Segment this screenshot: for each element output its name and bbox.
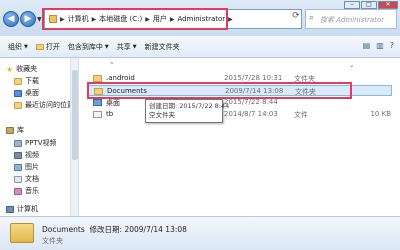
sidebar-item-downloads[interactable]: 下载 (14, 76, 39, 86)
file-size: 10 KB (370, 110, 391, 118)
sidebar-item-documents[interactable]: 文档 (14, 174, 39, 184)
file-tooltip: 创建日期: 2015/7/22 8:44 空文件夹 (145, 99, 230, 123)
share-menu[interactable]: 共享 ▼ (117, 42, 137, 52)
navigation-pane: ★ 收藏夹 下载 桌面 最近访问的位置 库 PPTV视频 视频 图片 文档 音乐… (0, 58, 78, 216)
chevron-right-icon[interactable]: ▶ (228, 16, 233, 23)
help-icon[interactable]: ? (390, 41, 394, 50)
include-in-library-menu[interactable]: 包含到库中 ▼ (68, 42, 109, 52)
details-date: 修改日期: 2009/7/14 13:08 (89, 225, 187, 234)
maximize-button[interactable]: □ (361, 1, 377, 9)
libraries-icon (6, 126, 14, 134)
refresh-icon[interactable]: ⟳ (290, 11, 302, 25)
search-icon: ⌕ (309, 13, 315, 23)
scrollbar-thumb[interactable] (72, 70, 78, 160)
back-button[interactable]: ◀ (3, 11, 19, 27)
tooltip-created-date: 创建日期: 2015/7/22 8:44 (149, 102, 230, 110)
open-button[interactable]: 打开 (35, 42, 60, 52)
preview-pane-icon[interactable]: ▥ (376, 41, 384, 50)
caret-down-icon: ▼ (24, 43, 28, 50)
column-header-sort[interactable]: ⌄ (349, 61, 354, 69)
pptv-icon (14, 139, 22, 147)
sidebar-item-desktop[interactable]: 桌面 (14, 88, 39, 98)
desktop-icon (14, 89, 22, 97)
search-placeholder: 搜索 Administrator (320, 16, 385, 24)
address-row: ◀ ▶ ▼ ▶ 计算机 ▶ 本地磁盘 (C:) ▶ 用户 ▶ Administr… (0, 0, 400, 36)
folder-icon (93, 75, 102, 82)
folder-open-icon (35, 43, 44, 50)
sidebar-item-computer[interactable]: 计算机 (6, 204, 38, 214)
view-options-icon[interactable]: ▤ (363, 41, 371, 50)
sidebar-item-label: 文档 (25, 175, 39, 183)
sidebar-item-label: 计算机 (17, 205, 38, 213)
file-name: tb (106, 110, 114, 118)
new-folder-button[interactable]: 新建文件夹 (145, 42, 180, 52)
pictures-icon (14, 163, 22, 171)
documents-icon (14, 175, 22, 183)
column-header-name[interactable]: ⌃ (109, 61, 114, 69)
close-button[interactable]: ✕ (378, 1, 398, 9)
music-icon (14, 187, 22, 195)
file-date: 2014/8/7 14:03 (224, 110, 278, 118)
table-row[interactable]: tb 2014/8/7 14:03 文件 10 KB (87, 109, 392, 120)
share-label: 共享 (116, 42, 131, 51)
file-date: 2015/7/28 10:31 (224, 74, 283, 82)
minimize-button[interactable]: – (344, 1, 360, 9)
search-input[interactable]: ⌕ 搜索 Administrator (305, 9, 397, 29)
sidebar-item-recent-places[interactable]: 最近访问的位置 (14, 100, 74, 110)
forward-button[interactable]: ▶ (20, 11, 36, 27)
tooltip-status: 空文件夹 (149, 111, 175, 119)
sidebar-item-pictures[interactable]: 图片 (14, 162, 39, 172)
address-highlight-box (42, 8, 228, 30)
details-name-text: Documents (42, 225, 85, 234)
file-name: 桌面 (106, 99, 120, 107)
sidebar-item-label: 桌面 (25, 89, 39, 97)
sidebar-item-label: 图片 (25, 163, 39, 171)
sidebar-item-libraries[interactable]: 库 (6, 125, 24, 135)
recent-places-icon (14, 101, 22, 109)
window-controls: – □ ✕ (344, 1, 398, 9)
file-type: 文件 (294, 111, 308, 119)
sidebar-item-label: 音乐 (25, 187, 39, 195)
folder-large-icon (10, 223, 34, 243)
view-controls: ▤ ▥ ? (363, 41, 394, 50)
organize-label: 组织 (8, 42, 22, 51)
sidebar-item-label: 视频 (25, 151, 39, 159)
sidebar-item-favorites[interactable]: ★ 收藏夹 (6, 64, 37, 74)
open-label: 打开 (45, 42, 60, 51)
new-folder-label: 新建文件夹 (144, 42, 180, 51)
details-type: 文件夹 (42, 237, 63, 245)
sidebar-item-label: 库 (17, 126, 24, 134)
sidebar-item-label: 收藏夹 (16, 65, 38, 73)
recent-pages-dropdown[interactable]: ▼ (37, 16, 42, 23)
sidebar-scrollbar[interactable] (70, 58, 78, 216)
sidebar-item-label: 最近访问的位置 (25, 101, 74, 109)
star-icon: ★ (6, 64, 14, 74)
video-icon (14, 151, 22, 159)
details-pane: Documents 修改日期: 2009/7/14 13:08 文件夹 (0, 216, 400, 250)
file-icon (93, 111, 102, 118)
include-label: 包含到库中 (67, 42, 103, 51)
sidebar-item-label: 下载 (25, 77, 39, 85)
file-date: 2015/7/22 8:44 (224, 98, 278, 106)
row-highlight-box (87, 82, 352, 99)
desktop-folder-icon (93, 99, 102, 106)
download-folder-icon (14, 77, 22, 85)
sidebar-item-pptv[interactable]: PPTV视频 (14, 138, 57, 148)
computer-icon (6, 205, 14, 213)
command-bar: 组织 ▼ 打开 包含到库中 ▼ 共享 ▼ 新建文件夹 ▤ ▥ ? (0, 36, 400, 58)
caret-down-icon: ▼ (132, 43, 137, 50)
sidebar-item-videos[interactable]: 视频 (14, 150, 39, 160)
organize-menu[interactable]: 组织 ▼ (8, 42, 28, 52)
file-name: .android (106, 74, 135, 82)
sidebar-item-label: PPTV视频 (25, 139, 57, 147)
explorer-window: ◀ ▶ ▼ ▶ 计算机 ▶ 本地磁盘 (C:) ▶ 用户 ▶ Administr… (0, 0, 400, 250)
sidebar-item-music[interactable]: 音乐 (14, 186, 39, 196)
details-name: Documents 修改日期: 2009/7/14 13:08 (42, 224, 187, 235)
caret-down-icon: ▼ (104, 43, 109, 50)
